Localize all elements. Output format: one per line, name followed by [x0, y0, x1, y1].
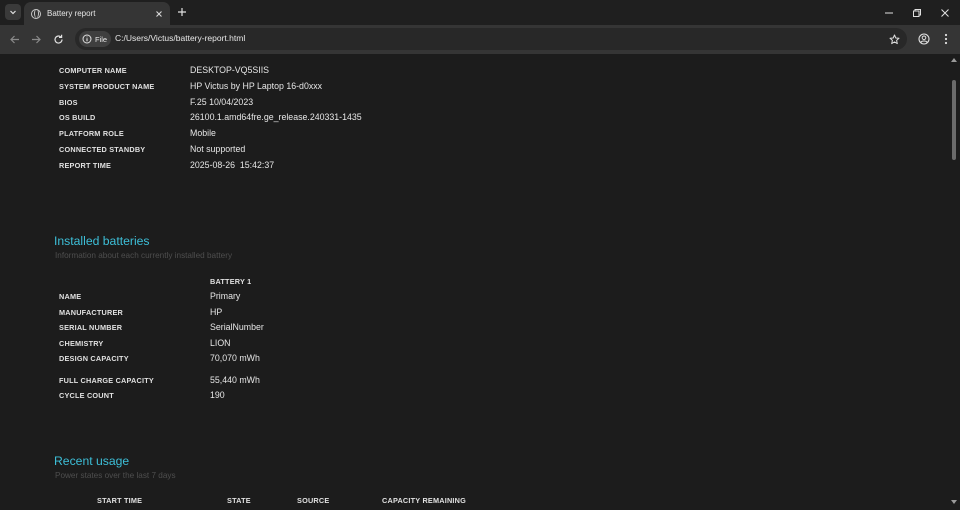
back-icon	[9, 35, 19, 43]
system-info-value: DESKTOP-VQ5SIIS	[190, 65, 270, 75]
site-info-chip[interactable]: File	[79, 31, 111, 47]
tab-title: Battery report	[47, 9, 96, 18]
close-window-button[interactable]	[930, 0, 960, 25]
installed-batteries-title: Installed batteries	[54, 234, 150, 248]
system-info-value: HP Victus by HP Laptop 16-d0xxx	[190, 81, 323, 91]
system-info-value: 26100.1.amd64fre.ge_release.240331-1435	[190, 112, 362, 122]
system-info-label: REPORT TIME	[59, 161, 112, 170]
site-info-label: File	[95, 34, 108, 44]
battery-label: SERIAL NUMBER	[59, 323, 123, 332]
tab-battery-report[interactable]: Battery report	[24, 2, 170, 25]
column-header-source: SOURCE	[297, 496, 330, 505]
system-info-value: 2025-08-26 15:42:37	[190, 160, 275, 170]
column-header-state: STATE	[227, 496, 251, 505]
system-info-label: SYSTEM PRODUCT NAME	[59, 82, 155, 91]
browser-menu-button[interactable]	[938, 31, 954, 47]
battery-value: SerialNumber	[210, 322, 264, 332]
battery-value: LION	[210, 338, 231, 348]
minimize-icon	[885, 12, 893, 13]
profile-icon	[918, 33, 930, 45]
installed-batteries-subtitle: Information about each currently install…	[55, 251, 233, 260]
restore-button[interactable]	[902, 0, 932, 25]
scroll-up-arrow-icon[interactable]	[951, 58, 957, 62]
battery-label: CYCLE COUNT	[59, 391, 114, 400]
battery-value: 55,440 mWh	[210, 375, 260, 385]
close-icon	[156, 10, 162, 17]
column-header-start-time: START TIME	[97, 496, 143, 505]
system-info-label: COMPUTER NAME	[59, 66, 127, 75]
scroll-down-arrow-icon[interactable]	[951, 500, 957, 504]
restore-icon	[913, 8, 921, 17]
browser-toolbar: File C:/Users/Victus/battery-report.html	[0, 25, 960, 54]
bookmark-button[interactable]	[887, 32, 901, 46]
battery-label: DESIGN CAPACITY	[59, 354, 129, 363]
battery-label: NAME	[59, 292, 82, 301]
system-info-value: Not supported	[190, 144, 246, 154]
system-info-value: Mobile	[190, 128, 216, 138]
battery-label: MANUFACTURER	[59, 308, 124, 317]
battery-label: FULL CHARGE CAPACITY	[59, 376, 154, 385]
recent-usage-subtitle: Power states over the last 7 days	[55, 471, 176, 480]
battery-value: 70,070 mWh	[210, 353, 260, 363]
battery-column-header: BATTERY 1	[210, 277, 252, 286]
tab-strip: Battery report	[0, 0, 960, 25]
page-scrollbar[interactable]	[948, 54, 960, 510]
menu-icon	[944, 33, 948, 45]
address-bar[interactable]: File C:/Users/Victus/battery-report.html	[75, 28, 907, 50]
system-info-label: BIOS	[59, 98, 78, 107]
tab-search-button[interactable]	[5, 4, 21, 20]
recent-usage-title: Recent usage	[54, 454, 130, 468]
scrollbar-thumb[interactable]	[952, 80, 956, 160]
reload-icon	[53, 34, 63, 44]
forward-button[interactable]	[28, 31, 44, 47]
system-info-label: CONNECTED STANDBY	[59, 145, 146, 154]
info-icon	[82, 34, 92, 44]
battery-value: 190	[210, 390, 225, 400]
system-info-label: PLATFORM ROLE	[59, 129, 124, 138]
back-button[interactable]	[6, 31, 22, 47]
close-icon	[941, 8, 949, 17]
globe-icon	[31, 8, 41, 19]
system-info-label: OS BUILD	[59, 113, 96, 122]
url-text[interactable]: C:/Users/Victus/battery-report.html	[115, 33, 245, 43]
system-info-value: F.25 10/04/2023	[190, 97, 254, 107]
chevron-down-icon	[10, 10, 16, 15]
battery-label: CHEMISTRY	[59, 339, 104, 348]
battery-report-page: COMPUTER NAME DESKTOP-VQ5SIIS SYSTEM PRO…	[0, 54, 948, 510]
tab-close-button[interactable]	[152, 7, 166, 21]
column-header-capacity-remaining: CAPACITY REMAINING	[382, 496, 467, 505]
minimize-button[interactable]	[874, 0, 904, 25]
star-icon	[889, 34, 899, 44]
forward-icon	[31, 35, 41, 43]
battery-value: HP	[210, 307, 223, 317]
plus-icon	[178, 8, 186, 16]
profile-button[interactable]	[916, 31, 932, 47]
new-tab-button[interactable]	[174, 4, 190, 20]
reload-button[interactable]	[50, 31, 66, 47]
battery-value: Primary	[210, 291, 241, 301]
